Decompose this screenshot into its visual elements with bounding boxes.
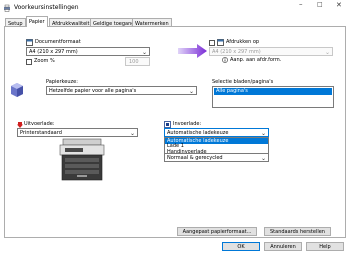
window-title: Voorkeursinstellingen [14,4,79,11]
chevron-down-icon: ⌄ [260,129,266,137]
paper-selection-value: Hetzelfde papier voor alle pagina's [49,87,137,94]
fit-to-label: Afdrukken op [226,39,260,45]
paper-type-value: Normaal & gerecycled [167,154,223,161]
page-selection-list[interactable]: Alle pagina's [212,86,334,108]
zoom-checkbox[interactable] [26,59,32,65]
paper-source-label: Invoerlade: [173,121,202,127]
fit-arrow-icon [178,44,207,58]
page-selection-label: Selectie bladen/pagina's [212,79,274,85]
fit-to-select[interactable]: A4 (210 x 297 mm) ⌄ [209,47,333,56]
document-size-select[interactable]: A4 (210 x 297 mm) ⌄ [26,47,150,56]
button-label: Help [319,244,331,250]
button-label: OK [237,244,245,250]
output-tray-label: Uitvoerlade: [24,121,55,127]
zoom-input[interactable]: 100 [125,57,150,66]
minimize-button[interactable]: – [299,1,303,8]
paper-stack-icon [11,83,23,97]
tab-paper[interactable]: Papier [26,16,48,27]
chevron-down-icon: ⌄ [324,48,330,56]
cancel-button[interactable]: Annuleren [264,242,302,251]
close-button[interactable]: ✕ [336,2,342,9]
restore-defaults-button[interactable]: Standaards herstellen [264,227,331,236]
list-item[interactable]: Alle pagina's [214,88,332,95]
fit-to-hint: Aanp. aan afdr.form. [230,57,282,63]
paper-selection-select[interactable]: Hetzelfde papier voor alle pagina's ⌄ [46,86,197,95]
output-tray-select[interactable]: Printerstandaard ⌄ [17,128,138,137]
button-label: Annuleren [270,244,296,250]
chevron-down-icon: ⌄ [141,48,147,56]
button-label: Aangepast papierformaat... [182,229,252,235]
zoom-label: Zoom % [34,58,55,64]
zoom-value: 100 [129,58,139,65]
paper-selection-label: Papierkeuze: [46,79,78,85]
printer-image [59,138,105,181]
help-button[interactable]: Help [306,242,344,251]
tab-label: Papier [29,18,45,25]
chevron-down-icon: ⌄ [129,129,135,137]
paper-source-select[interactable]: Automatische ladekeuze ⌄ [164,128,269,137]
button-label: Standaards herstellen [270,229,325,235]
paper-source-value: Automatische ladekeuze [167,129,229,136]
document-size-icon [26,39,33,46]
document-size-value: A4 (210 x 297 mm) [29,48,78,55]
fit-to-value: A4 (210 x 297 mm) [212,48,261,55]
document-size-label: Documentformaat [35,39,81,45]
title-bar: Voorkeursinstellingen – □ ✕ [0,0,350,16]
dropdown-option[interactable]: Handinvoerlade [165,149,268,155]
chevron-down-icon: ⌄ [188,87,194,95]
fit-to-page-icon [217,39,224,46]
output-tray-value: Printerstandaard [20,129,62,136]
paper-source-icon [164,121,171,128]
fit-to-checkbox[interactable] [209,40,215,46]
maximize-button[interactable]: □ [317,2,323,8]
printer-icon [4,4,10,12]
custom-paper-size-button[interactable]: Aangepast papierformaat... [177,227,257,236]
info-icon [222,57,228,63]
ok-button[interactable]: OK [222,242,260,251]
paper-source-dropdown[interactable]: Automatische ladekeuze Lade 1 Handinvoer… [164,137,269,154]
chevron-down-icon: ⌄ [260,154,266,162]
